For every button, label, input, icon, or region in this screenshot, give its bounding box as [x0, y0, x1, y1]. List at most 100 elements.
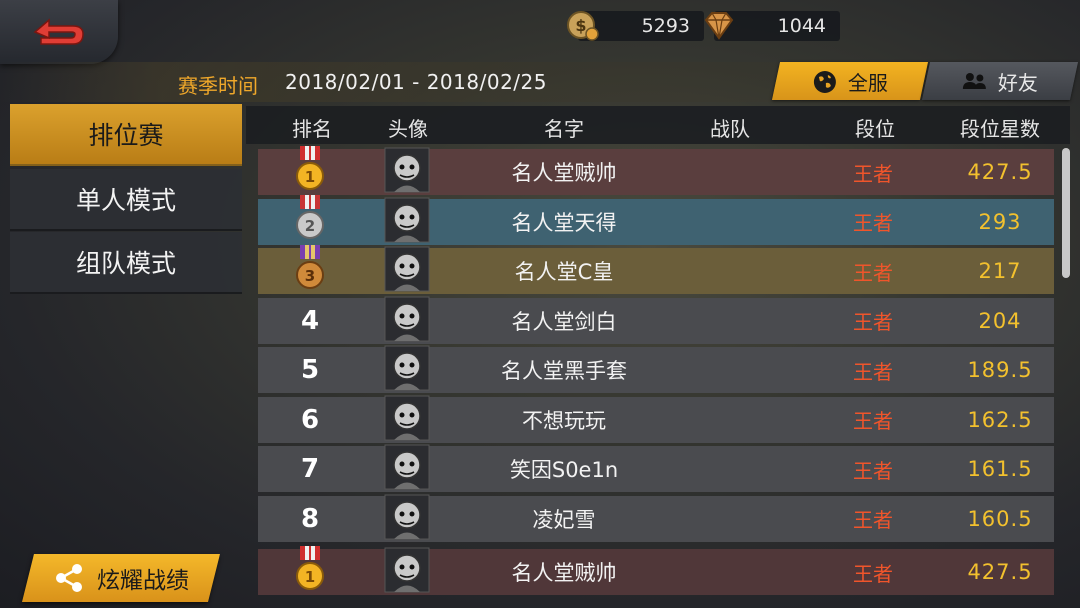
table-row[interactable]: 2 名人堂天得 王者 293 — [258, 195, 1054, 247]
table-row[interactable]: 3 名人堂C皇 王者 217 — [258, 244, 1054, 294]
player-stars: 162.5 — [967, 407, 1033, 432]
rank-number: 5 — [300, 355, 320, 385]
player-stars: 427.5 — [967, 160, 1033, 184]
avatar-icon — [384, 444, 430, 494]
back-button[interactable] — [0, 0, 118, 64]
player-name: 名人堂黑手套 — [501, 359, 627, 383]
avatar-icon — [384, 345, 430, 395]
player-name: 凌妃雪 — [532, 507, 596, 532]
avatar-icon — [384, 395, 430, 445]
player-name: 名人堂贼帅 — [511, 561, 617, 585]
avatar-icon — [384, 296, 430, 346]
rank-cell: 4 — [301, 298, 319, 344]
table-row[interactable]: 1 名人堂贼帅 王者 427.5 — [258, 145, 1054, 197]
leaderboard-scrollbar[interactable] — [1062, 148, 1070, 278]
player-stars: 160.5 — [967, 506, 1033, 531]
friends-icon — [963, 72, 986, 88]
avatar-icon — [384, 147, 430, 197]
player-name: 名人堂天得 — [511, 210, 617, 235]
share-label: 炫耀战绩 — [97, 568, 189, 594]
menu-ranked[interactable]: 排位赛 — [10, 104, 242, 166]
table-row[interactable]: 5 名人堂黑手套 王者 189.5 — [258, 345, 1054, 395]
avatar[interactable] — [384, 147, 430, 197]
player-tier: 王者 — [853, 409, 893, 433]
coin-counter: $ 5293 — [567, 10, 704, 42]
header-rank: 排名 — [292, 117, 332, 141]
gem-counter: 1044 — [704, 10, 840, 42]
my-rank-row[interactable]: 1 名人堂贼帅 王者 427.5 — [258, 545, 1054, 597]
tab-friends[interactable]: 好友 — [921, 62, 1079, 100]
player-name: 名人堂C皇 — [514, 260, 614, 284]
rank-cell: 1 — [293, 545, 327, 595]
avatar-icon — [384, 547, 430, 597]
header-team: 战队 — [710, 117, 750, 141]
rank-cell: 8 — [301, 496, 319, 542]
player-name: 名人堂剑白 — [511, 309, 617, 334]
avatar[interactable] — [384, 494, 430, 544]
svg-text:1: 1 — [305, 168, 315, 186]
menu-ranked-label: 排位赛 — [88, 121, 164, 150]
avatar[interactable] — [384, 345, 430, 395]
rank-number: 4 — [300, 305, 320, 336]
avatar[interactable] — [384, 296, 430, 346]
menu-solo-label: 单人模式 — [75, 186, 176, 215]
player-name: 笑因S0e1n — [509, 458, 619, 482]
table-row[interactable]: 6 不想玩玩 王者 162.5 — [258, 395, 1054, 445]
avatar[interactable] — [384, 197, 430, 247]
player-tier: 王者 — [853, 161, 893, 186]
player-stars: 161.5 — [967, 457, 1033, 481]
menu-team-label: 组队模式 — [75, 249, 176, 278]
player-tier: 王者 — [853, 561, 893, 586]
tab-global[interactable]: 全服 — [771, 62, 929, 100]
menu-solo[interactable]: 单人模式 — [10, 169, 242, 231]
menu-team[interactable]: 组队模式 — [10, 232, 242, 294]
avatar[interactable] — [384, 395, 430, 445]
player-tier: 王者 — [853, 508, 893, 532]
rank-cell: 6 — [301, 397, 319, 443]
player-name: 不想玩玩 — [522, 408, 606, 433]
tab-global-label: 全服 — [848, 70, 888, 95]
rank-number: 6 — [300, 404, 320, 435]
player-stars: 217 — [978, 259, 1022, 283]
player-stars: 204 — [978, 308, 1022, 333]
player-tier: 王者 — [853, 211, 893, 235]
player-name: 名人堂贼帅 — [511, 161, 617, 185]
avatar[interactable] — [384, 444, 430, 494]
table-row[interactable]: 8 凌妃雪 王者 160.5 — [258, 494, 1054, 544]
table-row[interactable]: 4 名人堂剑白 王者 204 — [258, 296, 1054, 346]
coin-icon: $ — [566, 8, 600, 46]
table-row[interactable]: 7 笑因S0e1n 王者 161.5 — [258, 444, 1054, 494]
leaderboard-header: 排名 头像 名字 战队 段位 段位星数 — [246, 106, 1070, 144]
coin-amount: 5293 — [641, 15, 690, 37]
svg-text:3: 3 — [305, 267, 315, 285]
globe-icon — [814, 70, 836, 92]
share-record-button[interactable]: 炫耀战绩 — [22, 554, 220, 602]
avatar-icon — [384, 494, 430, 544]
player-stars: 293 — [978, 209, 1022, 234]
share-icon — [56, 564, 82, 592]
player-stars: 189.5 — [967, 358, 1033, 382]
header-tier: 段位 — [855, 117, 895, 141]
season-label: 赛季时间 — [178, 74, 258, 98]
player-stars: 427.5 — [967, 560, 1033, 584]
avatar-icon — [384, 197, 430, 247]
header-avatar: 头像 — [388, 117, 428, 141]
player-tier: 王者 — [853, 310, 893, 334]
header-name: 名字 — [544, 117, 584, 141]
rank-cell: 5 — [301, 347, 319, 393]
back-arrow-icon — [33, 18, 84, 45]
rank-cell: 1 — [293, 145, 327, 195]
gem-amount: 1044 — [777, 15, 826, 37]
player-tier: 王者 — [853, 260, 893, 285]
rank-cell: 2 — [293, 195, 327, 245]
tab-friends-label: 好友 — [998, 70, 1038, 95]
svg-text:2: 2 — [305, 217, 315, 235]
svg-text:1: 1 — [305, 568, 315, 586]
avatar[interactable] — [384, 246, 430, 294]
header-stars: 段位星数 — [960, 117, 1040, 141]
rank-number: 8 — [300, 503, 320, 534]
avatar[interactable] — [384, 547, 430, 597]
medal-icon: 1 — [293, 545, 327, 599]
player-tier: 王者 — [853, 458, 893, 483]
diamond-icon — [702, 8, 736, 46]
